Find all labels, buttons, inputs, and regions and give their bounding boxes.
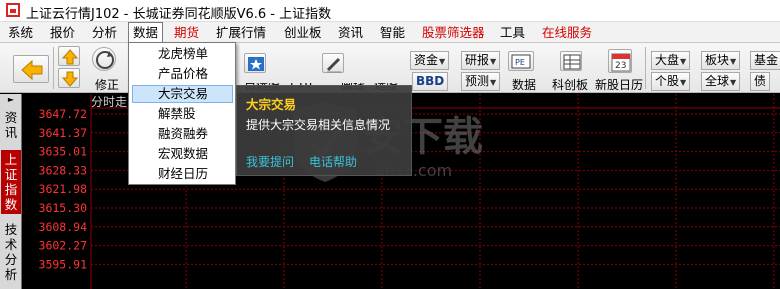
data-menu-dropdown: 龙虎榜单 产品价格 大宗交易 解禁股 融资融券 宏观数据 财经日历 <box>128 42 236 185</box>
tooltip-description: 提供大宗交易相关信息情况 <box>246 118 391 132</box>
dd-margin-trading[interactable]: 融资融券 <box>132 125 233 143</box>
menu-extended-quotes[interactable]: 扩展行情 <box>212 22 270 43</box>
chinext-button[interactable] <box>560 51 582 71</box>
sidebar-tab-sse-index[interactable]: 上证指数 <box>1 150 21 214</box>
dd-block-trade[interactable]: 大宗交易 <box>132 85 233 103</box>
sidebar-tab-technical-label: 技术分析 <box>4 222 18 282</box>
dd-macro-data[interactable]: 宏观数据 <box>132 145 233 163</box>
price-tick-label: 3621.98 <box>39 182 88 196</box>
menu-online-service[interactable]: 在线服务 <box>538 22 596 43</box>
forecast-button[interactable]: 预测▼ <box>461 72 501 91</box>
price-tick-label: 3595.91 <box>39 257 88 271</box>
sidebar-expand-icon[interactable]: ► <box>1 96 21 104</box>
research-button[interactable]: 研报▼ <box>461 51 501 70</box>
price-tick-label: 3608.94 <box>39 220 88 234</box>
ipo-calendar-label: 新股日历 <box>595 78 644 92</box>
dd-unlocked-shares[interactable]: 解禁股 <box>132 105 233 123</box>
bbd-button[interactable]: BBD <box>412 72 449 91</box>
sidebar-tab-news[interactable]: 资讯 <box>1 108 21 144</box>
sidebar-tab-news-label: 资讯 <box>4 110 18 140</box>
ipo-calendar-button[interactable]: 23 <box>608 49 632 73</box>
data-label: 数据 <box>512 78 537 92</box>
dd-product-price[interactable]: 产品价格 <box>132 65 233 83</box>
phone-help-link[interactable]: 电话帮助 <box>309 153 357 170</box>
global-button[interactable]: 全球▼ <box>701 72 741 91</box>
revise-label: 修正 <box>95 78 120 92</box>
pe-chart-icon: PE <box>511 54 531 69</box>
price-tick-label: 3615.30 <box>39 201 88 215</box>
sidebar-tab-technical[interactable]: 技术分析 <box>1 220 21 284</box>
app-logo-icon <box>6 3 20 17</box>
menu-tools[interactable]: 工具 <box>496 22 529 43</box>
ask-question-link[interactable]: 我要提问 <box>246 153 294 170</box>
menu-quote[interactable]: 报价 <box>46 22 79 43</box>
sidebar-tab-sse-label: 上证指数 <box>4 152 18 212</box>
menu-futures[interactable]: 期货 <box>170 22 203 43</box>
grid-icon <box>563 54 581 70</box>
dd-dragon-tiger-list[interactable]: 龙虎榜单 <box>132 45 233 63</box>
calendar-icon: 23 <box>611 53 631 72</box>
down-arrow-icon <box>61 71 79 87</box>
sector-button[interactable]: 板块▼ <box>701 51 741 70</box>
menu-analysis[interactable]: 分析 <box>88 22 121 43</box>
page-down-button[interactable] <box>58 68 80 88</box>
chinext-label: 科创板 <box>552 78 589 92</box>
window-title: 上证云行情J102 - 长城证券同花顺版V6.6 - 上证指数 <box>26 7 332 22</box>
menu-chinext[interactable]: 创业板 <box>280 22 326 43</box>
left-arrow-icon <box>21 59 43 81</box>
refresh-icon <box>96 51 114 69</box>
chart-mode-label: 分时走 <box>91 95 127 109</box>
star-icon <box>248 57 264 71</box>
menu-data[interactable]: 数据 <box>128 22 164 43</box>
left-sidebar: ► 资讯 上证指数 技术分析 <box>0 94 22 289</box>
menu-system[interactable]: 系统 <box>4 22 37 43</box>
price-tick-label: 3628.33 <box>39 163 88 177</box>
fund-market-button[interactable]: 基金 <box>750 51 780 70</box>
self-select-button[interactable] <box>244 53 266 73</box>
menu-stock-screener[interactable]: 股票筛选器 <box>418 22 489 43</box>
block-trade-tooltip: 大宗交易 提供大宗交易相关信息情况 我要提问 电话帮助 <box>236 85 412 176</box>
menu-smart[interactable]: 智能 <box>376 22 409 43</box>
menu-bar: 系统 报价 分析 数据 期货 扩展行情 创业板 资讯 智能 股票筛选器 工具 在… <box>0 22 780 43</box>
individual-stock-button[interactable]: 个股▼ <box>651 72 691 91</box>
price-tick-label: 3641.37 <box>39 126 88 140</box>
title-bar: 上证云行情J102 - 长城证券同花顺版V6.6 - 上证指数 <box>0 0 780 22</box>
up-arrow-icon <box>61 49 79 65</box>
page-up-button[interactable] <box>58 46 80 66</box>
dd-finance-calendar[interactable]: 财经日历 <box>132 165 233 183</box>
price-tick-label: 3602.27 <box>39 239 88 253</box>
price-tick-label: 3635.01 <box>39 145 88 159</box>
pe-button[interactable]: PE <box>508 51 534 71</box>
svg-text:PE: PE <box>515 58 525 67</box>
price-tick-label: 3647.72 <box>39 107 87 121</box>
broad-market-button[interactable]: 大盘▼ <box>651 51 691 70</box>
pencil-icon <box>326 57 341 73</box>
fund-button[interactable]: 资金▼ <box>410 51 450 70</box>
back-button[interactable] <box>13 55 49 83</box>
revise-button[interactable] <box>92 47 116 71</box>
bond-button[interactable]: 债 <box>750 72 771 91</box>
tooltip-title: 大宗交易 <box>246 97 297 112</box>
svg-text:23: 23 <box>615 61 626 71</box>
menu-news[interactable]: 资讯 <box>334 22 367 43</box>
draw-line-button[interactable] <box>322 53 344 73</box>
